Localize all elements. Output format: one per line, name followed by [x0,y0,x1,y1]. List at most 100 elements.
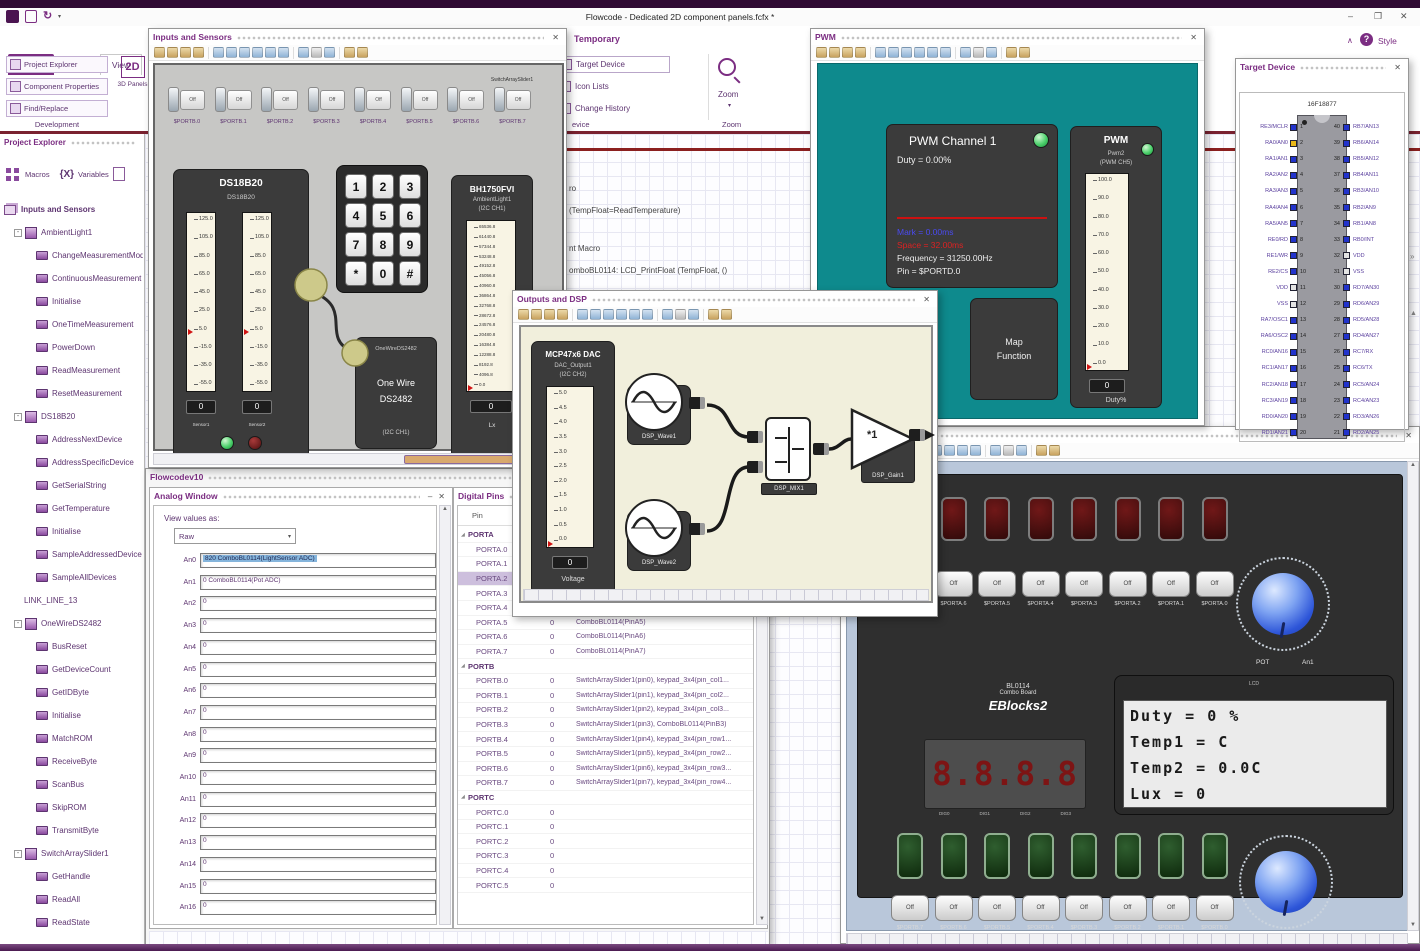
pin-pad[interactable] [1343,348,1350,356]
pin-pad[interactable] [1343,316,1350,324]
pin-pad[interactable] [1290,220,1297,228]
board-switch-$PORTA.6[interactable]: Off [934,571,973,597]
tree-item-AddressNextDevice[interactable]: AddressNextDevice [2,428,143,451]
variables-icon[interactable]: {X} [60,169,74,180]
keypad-key-9[interactable]: 9 [399,232,421,257]
pin-pad[interactable] [1343,364,1350,372]
ds18b20-panel[interactable]: DS18B20 DS18B20 125.0 105.0 85.0 65.0 45.0 25… [173,169,309,459]
outputs-titlebar[interactable]: Outputs and DSP ✕ [513,291,937,307]
pin-pad[interactable] [1290,332,1297,340]
dsp-gain-triangle[interactable] [849,407,917,471]
dsp-wave2-dial[interactable] [625,499,683,557]
analog-row-An16[interactable]: An16 0 [160,899,436,916]
tree-item-ContinuousMeasurement[interactable]: ContinuousMeasurement [2,267,143,290]
pin-pad[interactable] [1343,220,1350,228]
style-button[interactable]: Style [1378,36,1397,46]
switch-$PORTB.5[interactable]: Off $PORTB.5 [400,85,440,135]
toolbar-icon-14[interactable] [1016,445,1027,456]
pin-row-PORTC.1[interactable]: PORTC.1 0 [458,820,753,835]
tree-item-GetIDByte[interactable]: GetIDByte [2,681,143,704]
switch-$PORTB.7[interactable]: Off $PORTB.7 [493,85,533,135]
map-function-block[interactable]: Map Function [970,298,1058,400]
pin-pad[interactable] [1290,252,1297,260]
pin-row-PORTB.6[interactable]: PORTB.6 0 SwitchArraySlider1(pin6), keypad… [458,762,753,777]
pin-pad[interactable] [1343,429,1350,437]
pin-pad[interactable] [1343,413,1350,421]
toolbar-icon-13[interactable] [1003,445,1014,456]
project-explorer-titlebar[interactable]: Project Explorer [0,134,144,150]
pin-row-PORTC.4[interactable]: PORTC.4 0 [458,864,753,879]
pwm-slider-block[interactable]: PWM Pwm2 (PWM CH5) 100.0 90.0 80.0 70.0 60.0… [1070,126,1162,408]
toolbar-icon-8[interactable] [914,47,925,58]
toolbar-icon-12[interactable] [990,445,1001,456]
analog-row-An15[interactable]: An15 0 [160,878,436,895]
tree-item-AddressSpecificDevice[interactable]: AddressSpecificDevice [2,451,143,474]
switch-$PORTB.4[interactable]: Off $PORTB.4 [353,85,393,135]
dsp-wave2-output-plug[interactable] [689,523,705,535]
find-replace-button[interactable]: Find/Replace [6,100,108,117]
toolbar-icon-3[interactable] [855,47,866,58]
tree-item-MatchROM[interactable]: MatchROM [2,727,143,750]
keypad-key-7[interactable]: 7 [345,232,367,257]
bh1750-scale[interactable]: 65536.8 61440.8 57344.8 53248.8 49152.8 45056… [466,220,516,392]
analog-row-An2[interactable]: An2 0 [160,595,436,612]
pin-pad[interactable] [1290,348,1297,356]
analog-row-An1[interactable]: An1 0 ComboBL0114(Pot ADC) [160,574,436,591]
toolbar-icon-14[interactable] [986,47,997,58]
analog-row-An12[interactable]: An12 0 [160,812,436,829]
tree-item-OneWireDS2482[interactable]: - OneWireDS2482 [2,612,143,635]
board-switch-$PORTA.2[interactable]: Off [1108,571,1147,597]
switch-$PORTB.0[interactable]: Off $PORTB.0 [167,85,207,135]
pin-pad[interactable] [1343,252,1350,260]
ldr-knob[interactable] [1239,835,1333,929]
board-switch-$PORTB.5[interactable]: Off [978,895,1016,921]
toolbar-icon-3[interactable] [557,309,568,320]
tree-item-BusReset[interactable]: BusReset [2,635,143,658]
pin-row-PORTA.5[interactable]: PORTA.5 0 ComboBL0114(PinA5) [458,616,753,631]
toolbar-icon-6[interactable] [226,47,237,58]
analog-value-field[interactable]: 0 [200,835,436,851]
switch-$PORTB.2[interactable]: Off $PORTB.2 [260,85,300,135]
toolbar-icon-9[interactable] [927,47,938,58]
pin-pad[interactable] [1290,316,1297,324]
toolbar-icon-1[interactable] [829,47,840,58]
ds18b20-value-2[interactable]: 0 [242,400,272,414]
keypad-key-*[interactable]: * [345,261,367,286]
pin-pad[interactable] [1290,204,1297,212]
toolbar-icon-17[interactable] [1049,445,1060,456]
maximize-button[interactable]: ❐ [1374,11,1382,22]
main-scroll-up-icon[interactable]: ▲ [1410,310,1417,317]
toolbar-icon-17[interactable] [357,47,368,58]
close-icon[interactable]: ✕ [920,295,933,304]
dsp-wave1-output-plug[interactable] [689,397,705,409]
toolbar-icon-8[interactable] [252,47,263,58]
expander-icon[interactable]: - [14,228,22,237]
keypad-key-#[interactable]: # [399,261,421,286]
pin-pad[interactable] [1290,171,1297,179]
toolbar-icon-7[interactable] [603,309,614,320]
board-switch-$PORTB.2[interactable]: Off [1108,895,1147,921]
switch-$PORTB.1[interactable]: Off $PORTB.1 [214,85,254,135]
toolbar-icon-2[interactable] [544,309,555,320]
macros-icon[interactable] [6,167,11,173]
macros-tab-label[interactable]: Macros [25,170,50,179]
pin-pad[interactable] [1343,332,1350,340]
analog-row-An6[interactable]: An6 0 [160,682,436,699]
board-switch-$PORTA.5[interactable]: Off [978,571,1016,597]
tree-item-ReceiveByte[interactable]: ReceiveByte [2,750,143,773]
analog-value-field[interactable]: 0 [200,596,436,612]
keypad-key-8[interactable]: 8 [372,232,394,257]
panel-2d-3d-button[interactable]: 2D 3D Panels [117,54,148,130]
board-switch-$PORTB.3[interactable]: Off [1065,895,1103,921]
pin-pad[interactable] [1343,284,1350,292]
tree-item-ReadAll[interactable]: ReadAll [2,888,143,911]
toolbar-icon-6[interactable] [590,309,601,320]
pwm-slider-scale[interactable]: 100.0 90.0 80.0 70.0 60.0 50.0 40.0 30.0 20.0 10.… [1085,173,1129,371]
analog-value-field[interactable]: 0 [200,639,436,655]
view-item-icon-lists[interactable]: Icon Lists [556,78,670,95]
tree-item-GetTemperature[interactable]: GetTemperature [2,497,143,520]
analog-value-field[interactable]: 0 ComboBL0114(Pot ADC) [200,574,436,590]
toolbar-icon-9[interactable] [957,445,968,456]
target-device-titlebar[interactable]: Target Device ✕ [1236,59,1408,75]
tree-item-Inputs and Sensors[interactable]: Inputs and Sensors [2,198,143,221]
